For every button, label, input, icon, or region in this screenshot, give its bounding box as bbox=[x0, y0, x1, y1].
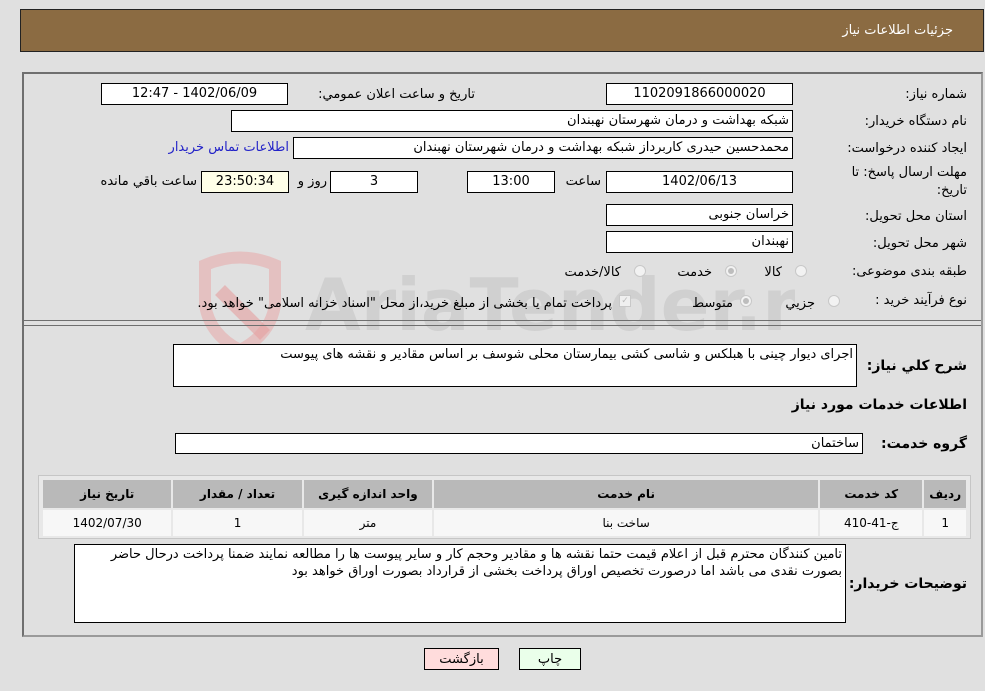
table-row: 1 ج-41-410 ساخت بنا متر 1 1402/07/30 bbox=[43, 510, 966, 536]
requester-label: ایجاد کننده درخواست: bbox=[847, 141, 967, 156]
remaining-days-field: 3 bbox=[330, 171, 418, 193]
remaining-label: ساعت باقي مانده bbox=[100, 174, 197, 189]
purchase-process-label: نوع فرآیند خرید : bbox=[875, 293, 967, 308]
treasury-note: پرداخت تمام یا بخشی از مبلغ خرید،از محل … bbox=[197, 296, 612, 311]
requester-field: محمدحسین حیدری کاربرداز شبکه بهداشت و در… bbox=[293, 137, 793, 159]
process-radio-minor[interactable] bbox=[828, 295, 840, 307]
description-label: شرح كلي نياز: bbox=[866, 358, 967, 374]
category-radio-goods[interactable] bbox=[795, 265, 807, 277]
cell-need-date: 1402/07/30 bbox=[43, 510, 172, 536]
category-radio-service[interactable] bbox=[725, 265, 737, 277]
buyer-notes-label: توضیحات خریدار: bbox=[848, 576, 967, 592]
items-table: ردیف کد خدمت نام خدمت واحد اندازه گیری ت… bbox=[38, 475, 971, 539]
need-number-label: شماره نیاز: bbox=[905, 87, 967, 102]
days-label: روز و bbox=[297, 174, 327, 189]
delivery-city-field: نهبندان bbox=[606, 231, 793, 253]
service-group-field: ساختمان bbox=[175, 433, 863, 454]
deadline-label-date: تاریخ: bbox=[936, 183, 967, 198]
col-quantity: تعداد / مقدار bbox=[173, 480, 302, 508]
back-button[interactable]: بازگشت bbox=[424, 648, 499, 670]
process-option-minor: جزيي bbox=[785, 296, 815, 311]
announce-datetime-field: 1402/06/09 - 12:47 bbox=[101, 83, 288, 105]
col-unit: واحد اندازه گیری bbox=[303, 480, 433, 508]
services-section-title: اطلاعات خدمات مورد نیاز bbox=[791, 397, 967, 413]
deadline-time-field: 13:00 bbox=[467, 171, 555, 193]
deadline-date-field: 1402/06/13 bbox=[606, 171, 793, 193]
buyer-notes-textarea[interactable]: تامین کنندگان محترم قبل از اعلام قیمت حت… bbox=[74, 544, 846, 623]
cell-quantity: 1 bbox=[173, 510, 302, 536]
col-row-number: ردیف bbox=[924, 480, 966, 508]
category-radio-goods-service[interactable] bbox=[634, 265, 646, 277]
category-label: طبقه بندی موضوعی: bbox=[851, 264, 967, 279]
section-divider bbox=[24, 320, 981, 321]
buyer-contact-link[interactable]: اطلاعات تماس خریدار bbox=[169, 140, 289, 155]
delivery-city-label: شهر محل تحویل: bbox=[872, 236, 967, 251]
cell-service-code: ج-41-410 bbox=[820, 510, 923, 536]
category-option-goods: کالا bbox=[764, 265, 782, 280]
page-title: جزئیات اطلاعات نیاز bbox=[842, 23, 953, 38]
treasury-checkbox[interactable]: ✓ bbox=[619, 295, 631, 307]
service-group-label: گروه خدمت: bbox=[881, 436, 967, 452]
print-button[interactable]: چاپ bbox=[519, 648, 581, 670]
cell-unit: متر bbox=[303, 510, 433, 536]
process-radio-medium[interactable] bbox=[740, 295, 752, 307]
cell-row-number: 1 bbox=[924, 510, 966, 536]
buyer-org-label: نام دستگاه خریدار: bbox=[864, 114, 967, 129]
category-option-goods-service: کالا/خدمت bbox=[564, 265, 621, 280]
deadline-label: مهلت ارسال پاسخ: تا bbox=[851, 165, 967, 180]
page-header: جزئیات اطلاعات نیاز bbox=[20, 9, 984, 52]
announce-datetime-label: تاریخ و ساعت اعلان عمومي: bbox=[318, 87, 475, 102]
col-need-date: تاریخ نیاز bbox=[43, 480, 172, 508]
buyer-org-field: شبکه بهداشت و درمان شهرستان نهبندان bbox=[231, 110, 793, 132]
cell-service-name: ساخت بنا bbox=[434, 510, 819, 536]
section-divider bbox=[24, 325, 981, 326]
description-textarea[interactable]: اجرای دیوار چینی با هبلکس و شاسی کشی بیم… bbox=[173, 344, 857, 387]
process-option-medium: متوسط bbox=[692, 296, 733, 311]
col-service-code: کد خدمت bbox=[820, 480, 923, 508]
delivery-province-field: خراسان جنوبی bbox=[606, 204, 793, 226]
col-service-name: نام خدمت bbox=[434, 480, 819, 508]
deadline-time-label: ساعت bbox=[565, 174, 601, 189]
table-header-row: ردیف کد خدمت نام خدمت واحد اندازه گیری ت… bbox=[43, 480, 966, 508]
category-option-service: خدمت bbox=[677, 265, 712, 280]
need-number-field: 1102091866000020 bbox=[606, 83, 793, 105]
delivery-province-label: استان محل تحویل: bbox=[865, 209, 967, 224]
remaining-time-field: 23:50:34 bbox=[201, 171, 289, 193]
